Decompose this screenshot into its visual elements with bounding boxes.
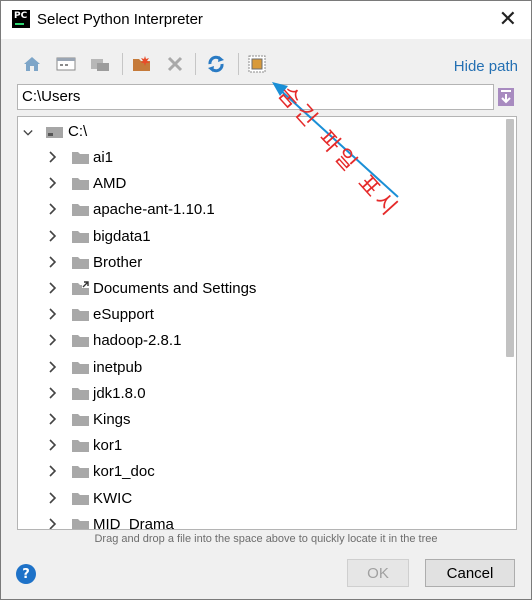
chevron-right-icon[interactable]: [48, 177, 58, 189]
close-icon[interactable]: ✕: [499, 7, 517, 31]
tree-row-label: AMD: [93, 175, 127, 193]
chevron-right-icon[interactable]: [48, 151, 58, 163]
chevron-right-icon[interactable]: [48, 465, 58, 477]
tree-row-label: inetpub: [93, 358, 143, 376]
chevron-right-icon[interactable]: [48, 518, 58, 530]
tree-row-label: kor1: [93, 437, 123, 455]
path-field[interactable]: [17, 84, 494, 110]
chevron-right-icon[interactable]: [48, 361, 58, 373]
drag-drop-hint: Drag and drop a file into the space abov…: [94, 533, 438, 545]
folder-icon: [72, 230, 89, 243]
folder-icon: [72, 492, 89, 505]
chevron-right-icon[interactable]: [48, 492, 58, 504]
dialog-title: Select Python Interpreter: [37, 11, 203, 28]
chevron-right-icon[interactable]: [48, 387, 58, 399]
download-path-icon[interactable]: [496, 86, 516, 108]
toolbar-separator: [122, 53, 123, 75]
path-input[interactable]: [18, 85, 491, 107]
tree-row[interactable]: eSupport: [18, 302, 498, 328]
delete-icon[interactable]: [163, 52, 187, 76]
cancel-button[interactable]: Cancel: [425, 559, 515, 587]
folder-icon: [72, 204, 89, 217]
tree-row-label: MID_Drama: [93, 515, 174, 530]
tree-row[interactable]: jdk1.8.0: [18, 381, 498, 407]
tree-row[interactable]: bigdata1: [18, 224, 498, 250]
new-folder-icon[interactable]: [130, 52, 154, 76]
hide-path-link[interactable]: Hide path: [454, 58, 518, 75]
tree-row-label: Brother: [93, 253, 143, 271]
show-hidden-files-icon[interactable]: [245, 52, 269, 76]
chevron-right-icon[interactable]: [48, 334, 58, 346]
tree-row-label: eSupport: [93, 306, 154, 324]
tree-row[interactable]: KWIC: [18, 486, 498, 512]
tree-row-label: Kings: [93, 411, 131, 428]
tree-row-label: apache-ant-1.10.1: [93, 201, 215, 219]
tree-row-label: Documents and Settings: [93, 280, 257, 297]
tree-scrollbar[interactable]: [506, 119, 514, 357]
tree-row[interactable]: Kings: [18, 407, 498, 433]
chevron-right-icon[interactable]: [48, 439, 58, 451]
title-bar: PC Select Python Interpreter ✕: [1, 1, 531, 39]
home-icon[interactable]: [20, 52, 44, 76]
chevron-right-icon[interactable]: [48, 230, 58, 242]
toolbar-separator: [238, 53, 239, 75]
refresh-icon[interactable]: [204, 52, 228, 76]
tree-row[interactable]: Documents and Settings: [18, 276, 498, 302]
tree-row-label: hadoop-2.8.1: [93, 332, 182, 350]
tree-row-label: ai1: [93, 149, 114, 166]
folder-icon: [72, 466, 89, 479]
folder-icon: [72, 256, 89, 269]
tree-root-label: C:\: [68, 123, 88, 140]
chevron-right-icon[interactable]: [48, 203, 58, 215]
help-icon[interactable]: ?: [16, 564, 36, 584]
tree-row-label: kor1_doc: [93, 463, 155, 481]
folder-icon: [72, 414, 89, 426]
tree-row[interactable]: kor1_doc: [18, 459, 498, 485]
chevron-right-icon[interactable]: [48, 256, 58, 268]
project-folder-icon[interactable]: [88, 52, 112, 76]
tree-row[interactable]: AMD: [18, 171, 498, 197]
tree-row[interactable]: apache-ant-1.10.1: [18, 197, 498, 223]
folder-icon: [72, 152, 89, 164]
folder-icon: [72, 440, 89, 453]
tree-row[interactable]: Brother: [18, 250, 498, 276]
file-tree[interactable]: C:\ ai1 AMD apache-ant-1.10.1 bigdata1 Broth…: [17, 116, 517, 530]
tree-row[interactable]: kor1: [18, 433, 498, 459]
pycharm-app-icon: PC: [12, 10, 30, 28]
chevron-right-icon[interactable]: [48, 308, 58, 320]
folder-icon: [72, 518, 89, 529]
tree-row-label: KWIC: [93, 489, 133, 507]
folder-icon: [72, 178, 89, 191]
tree-row-label: jdk1.8.0: [93, 384, 146, 402]
tree-row[interactable]: hadoop-2.8.1: [18, 328, 498, 354]
ok-button[interactable]: OK: [347, 559, 409, 587]
chevron-right-icon[interactable]: [48, 413, 58, 425]
tree-row[interactable]: MID_Drama: [18, 512, 498, 530]
folder-icon: [72, 387, 89, 400]
folder-icon: [72, 361, 89, 374]
toolbar-separator: [195, 53, 196, 75]
folder-shortcut-icon: [72, 281, 89, 295]
tree-row[interactable]: inetpub: [18, 355, 498, 381]
tree-row[interactable]: ai1: [18, 145, 498, 171]
chevron-right-icon[interactable]: [48, 282, 58, 294]
chevron-down-icon[interactable]: [23, 127, 33, 139]
tree-row-label: bigdata1: [93, 227, 151, 245]
tree-root-row[interactable]: C:\: [18, 119, 498, 145]
drive-icon: [46, 127, 63, 138]
folder-icon: [72, 309, 89, 322]
desktop-icon[interactable]: [54, 52, 78, 76]
folder-icon: [72, 335, 89, 348]
